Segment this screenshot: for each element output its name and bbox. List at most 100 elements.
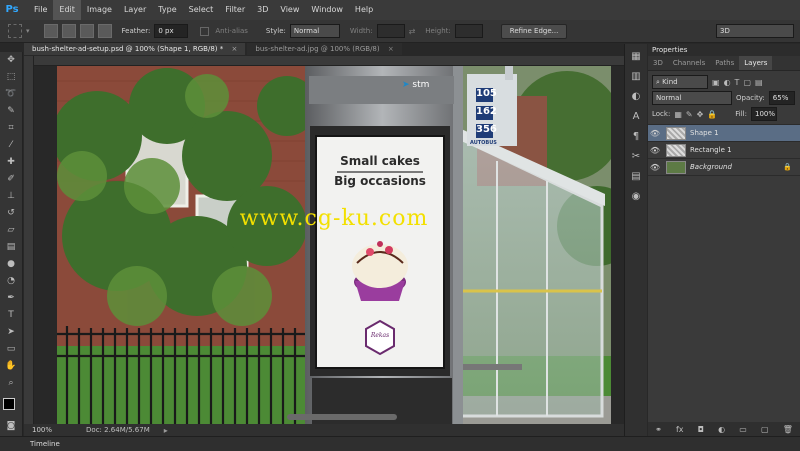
hand-tool-icon[interactable]: ✋ bbox=[4, 360, 18, 373]
tab-ad-jpg[interactable]: bus-shelter-ad.jpg @ 100% (RGB/8) × bbox=[247, 43, 402, 55]
lock-paint-icon[interactable]: ✎ bbox=[686, 110, 693, 119]
crop-tool-icon[interactable]: ⌗ bbox=[4, 122, 18, 135]
history-icon[interactable]: ▦ bbox=[629, 50, 643, 64]
layer-row[interactable]: 👁 Rectangle 1 bbox=[648, 142, 800, 159]
new-selection-icon[interactable] bbox=[43, 24, 58, 38]
visibility-eye-icon[interactable]: 👁 bbox=[648, 163, 662, 172]
layer-name[interactable]: Rectangle 1 bbox=[690, 146, 732, 154]
adjust-filter-icon[interactable]: ◐ bbox=[724, 78, 731, 87]
menu-file[interactable]: File bbox=[28, 0, 53, 20]
tab-channels[interactable]: Channels bbox=[668, 56, 710, 70]
clone-stamp-tool-icon[interactable]: ⊥ bbox=[4, 190, 18, 203]
menu-3d[interactable]: 3D bbox=[251, 0, 274, 20]
menu-filter[interactable]: Filter bbox=[219, 0, 251, 20]
tab-paths[interactable]: Paths bbox=[710, 56, 739, 70]
zoom-level[interactable]: 100% bbox=[32, 426, 52, 434]
menu-image[interactable]: Image bbox=[81, 0, 118, 20]
refine-edge-button[interactable]: Refine Edge... bbox=[500, 23, 568, 39]
properties-header[interactable]: Properties bbox=[648, 44, 800, 56]
tab-3d[interactable]: 3D bbox=[648, 56, 668, 70]
move-tool-icon[interactable]: ✥ bbox=[4, 54, 18, 67]
brush-tool-icon[interactable]: ✐ bbox=[4, 173, 18, 186]
layer-row[interactable]: 👁 Shape 1 bbox=[648, 125, 800, 142]
tab-setup-psd[interactable]: bush-shelter-ad-setup.psd @ 100% (Shape … bbox=[24, 43, 246, 55]
width-input[interactable] bbox=[376, 24, 405, 38]
document-canvas[interactable]: ➤ stm Small cakes Big occasions Rekas 10… bbox=[57, 66, 611, 424]
timeline-label[interactable]: Timeline bbox=[30, 440, 60, 448]
new-layer-icon[interactable]: ▢ bbox=[761, 425, 769, 434]
height-input[interactable] bbox=[454, 24, 483, 38]
chevron-down-icon[interactable]: ▾ bbox=[26, 27, 30, 35]
zoom-tool-icon[interactable]: ⌕ bbox=[4, 377, 18, 390]
lasso-tool-icon[interactable]: ➰ bbox=[4, 88, 18, 101]
path-select-tool-icon[interactable]: ➤ bbox=[4, 326, 18, 339]
feather-input[interactable]: 0 px bbox=[154, 24, 189, 38]
timeline-panel[interactable]: Timeline bbox=[0, 436, 800, 451]
style-select[interactable]: Normal bbox=[289, 24, 340, 38]
ruler-vertical[interactable] bbox=[24, 56, 34, 426]
quick-select-tool-icon[interactable]: ✎ bbox=[4, 105, 18, 118]
pixel-filter-icon[interactable]: ▣ bbox=[712, 78, 720, 87]
adjustment-layer-icon[interactable]: ◐ bbox=[718, 425, 725, 434]
subtract-selection-icon[interactable] bbox=[79, 24, 94, 38]
layer-mask-icon[interactable]: ◘ bbox=[698, 425, 704, 434]
intersect-selection-icon[interactable] bbox=[97, 24, 112, 38]
swap-icon[interactable]: ⇄ bbox=[409, 27, 416, 36]
layer-name[interactable]: Shape 1 bbox=[690, 129, 719, 137]
quick-mask-icon[interactable]: ◙ bbox=[4, 420, 18, 433]
type-tool-icon[interactable]: T bbox=[4, 309, 18, 322]
menu-edit[interactable]: Edit bbox=[53, 0, 81, 20]
shape-filter-icon[interactable]: ▢ bbox=[743, 78, 751, 87]
trash-icon[interactable]: 🗑 bbox=[783, 425, 793, 434]
marquee-tool-icon[interactable] bbox=[8, 24, 22, 38]
eraser-tool-icon[interactable]: ▱ bbox=[4, 224, 18, 237]
healing-brush-tool-icon[interactable]: ✚ bbox=[4, 156, 18, 169]
fill-input[interactable]: 100% bbox=[750, 107, 777, 121]
menu-type[interactable]: Type bbox=[152, 0, 182, 20]
layer-name[interactable]: Background bbox=[690, 163, 732, 171]
close-icon[interactable]: × bbox=[388, 45, 394, 53]
visibility-eye-icon[interactable]: 👁 bbox=[648, 129, 662, 138]
menu-select[interactable]: Select bbox=[183, 0, 220, 20]
ruler-horizontal[interactable] bbox=[24, 56, 624, 66]
type-filter-icon[interactable]: T bbox=[735, 78, 740, 87]
lock-all-icon[interactable]: 🔒 bbox=[707, 110, 717, 119]
menu-help[interactable]: Help bbox=[349, 0, 379, 20]
add-selection-icon[interactable] bbox=[61, 24, 76, 38]
marquee-tool-icon[interactable]: ⬚ bbox=[4, 71, 18, 84]
brushes-icon[interactable]: ▤ bbox=[629, 170, 643, 184]
shape-tool-icon[interactable]: ▭ bbox=[4, 343, 18, 356]
lock-move-icon[interactable]: ✥ bbox=[697, 110, 704, 119]
visibility-eye-icon[interactable]: 👁 bbox=[648, 146, 662, 155]
history-brush-tool-icon[interactable]: ↺ bbox=[4, 207, 18, 220]
horizontal-scrollbar[interactable] bbox=[287, 414, 397, 420]
menu-view[interactable]: View bbox=[274, 0, 305, 20]
kind-filter-select[interactable]: ⌕ Kind bbox=[652, 75, 708, 89]
color-swatches[interactable] bbox=[3, 398, 20, 415]
antialias-checkbox[interactable] bbox=[200, 26, 210, 36]
tools-presets-icon[interactable]: ✂ bbox=[629, 150, 643, 164]
blend-mode-select[interactable]: Normal bbox=[652, 91, 732, 105]
eyedropper-tool-icon[interactable]: ⁄ bbox=[4, 139, 18, 152]
smart-filter-icon[interactable]: ▤ bbox=[755, 78, 763, 87]
layer-row[interactable]: 👁 Background 🔒 bbox=[648, 159, 800, 176]
character-icon[interactable]: A bbox=[629, 110, 643, 124]
lock-transparent-icon[interactable]: ▦ bbox=[674, 110, 682, 119]
tab-layers[interactable]: Layers bbox=[739, 56, 773, 70]
dodge-tool-icon[interactable]: ◔ bbox=[4, 275, 18, 288]
menu-layer[interactable]: Layer bbox=[118, 0, 152, 20]
gradient-tool-icon[interactable]: ▤ bbox=[4, 241, 18, 254]
layer-style-icon[interactable]: fx bbox=[676, 425, 684, 434]
close-icon[interactable]: × bbox=[232, 45, 238, 53]
chevron-right-icon[interactable]: ▸ bbox=[164, 426, 168, 435]
link-layers-icon[interactable]: ⚭ bbox=[655, 425, 662, 434]
foreground-color[interactable] bbox=[3, 398, 15, 410]
workspace-select[interactable]: 3D bbox=[716, 24, 794, 38]
menu-window[interactable]: Window bbox=[305, 0, 349, 20]
new-group-icon[interactable]: ▭ bbox=[739, 425, 747, 434]
blur-tool-icon[interactable]: ● bbox=[4, 258, 18, 271]
properties-icon[interactable]: ▥ bbox=[629, 70, 643, 84]
pen-tool-icon[interactable]: ✒ bbox=[4, 292, 18, 305]
paragraph-icon[interactable]: ¶ bbox=[629, 130, 643, 144]
adjustments-icon[interactable]: ◐ bbox=[629, 90, 643, 104]
